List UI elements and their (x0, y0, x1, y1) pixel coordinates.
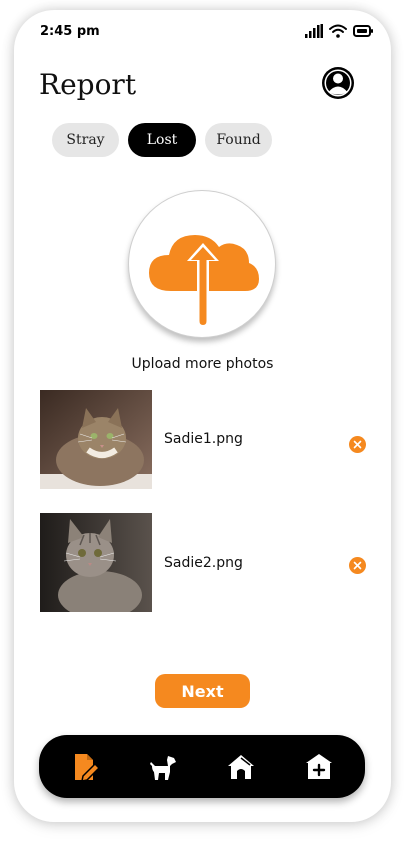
chip-stray[interactable]: Stray (52, 123, 119, 157)
file-row: Sadie2.png (40, 513, 366, 612)
nav-report[interactable] (68, 749, 104, 785)
page-title: Report (39, 68, 137, 101)
close-icon (353, 440, 362, 449)
report-edit-icon (75, 754, 101, 782)
nav-pets[interactable] (145, 749, 181, 785)
close-icon (353, 561, 362, 570)
nav-home[interactable] (223, 749, 259, 785)
signal-icon (305, 24, 323, 38)
bottom-nav (39, 735, 365, 798)
chip-lost[interactable]: Lost (128, 123, 196, 157)
battery-icon (353, 25, 373, 37)
next-button[interactable]: Next (155, 674, 250, 708)
file-name: Sadie1.png (164, 431, 243, 447)
wifi-icon (329, 24, 347, 38)
phone-frame: 2:45 pm Report Stray Lost Found Upload m… (14, 10, 391, 822)
upload-photo-button[interactable] (128, 190, 276, 338)
home-icon (228, 755, 254, 779)
file-thumbnail (40, 390, 152, 489)
remove-file-button[interactable] (349, 557, 366, 574)
status-icons (305, 24, 373, 38)
dog-icon (150, 756, 176, 780)
cloud-upload-icon (149, 235, 259, 329)
chip-found[interactable]: Found (205, 123, 272, 157)
remove-file-button[interactable] (349, 436, 366, 453)
add-shelter-icon (306, 754, 332, 779)
nav-shelter[interactable] (301, 749, 337, 785)
status-time: 2:45 pm (40, 24, 100, 39)
file-name: Sadie2.png (164, 555, 243, 571)
upload-label: Upload more photos (131, 356, 274, 372)
file-thumbnail (40, 513, 152, 612)
user-avatar-icon[interactable] (321, 66, 355, 100)
status-bar: 2:45 pm (14, 10, 391, 54)
report-type-filters: Stray Lost Found (52, 123, 272, 157)
file-row: Sadie1.png (40, 390, 366, 489)
